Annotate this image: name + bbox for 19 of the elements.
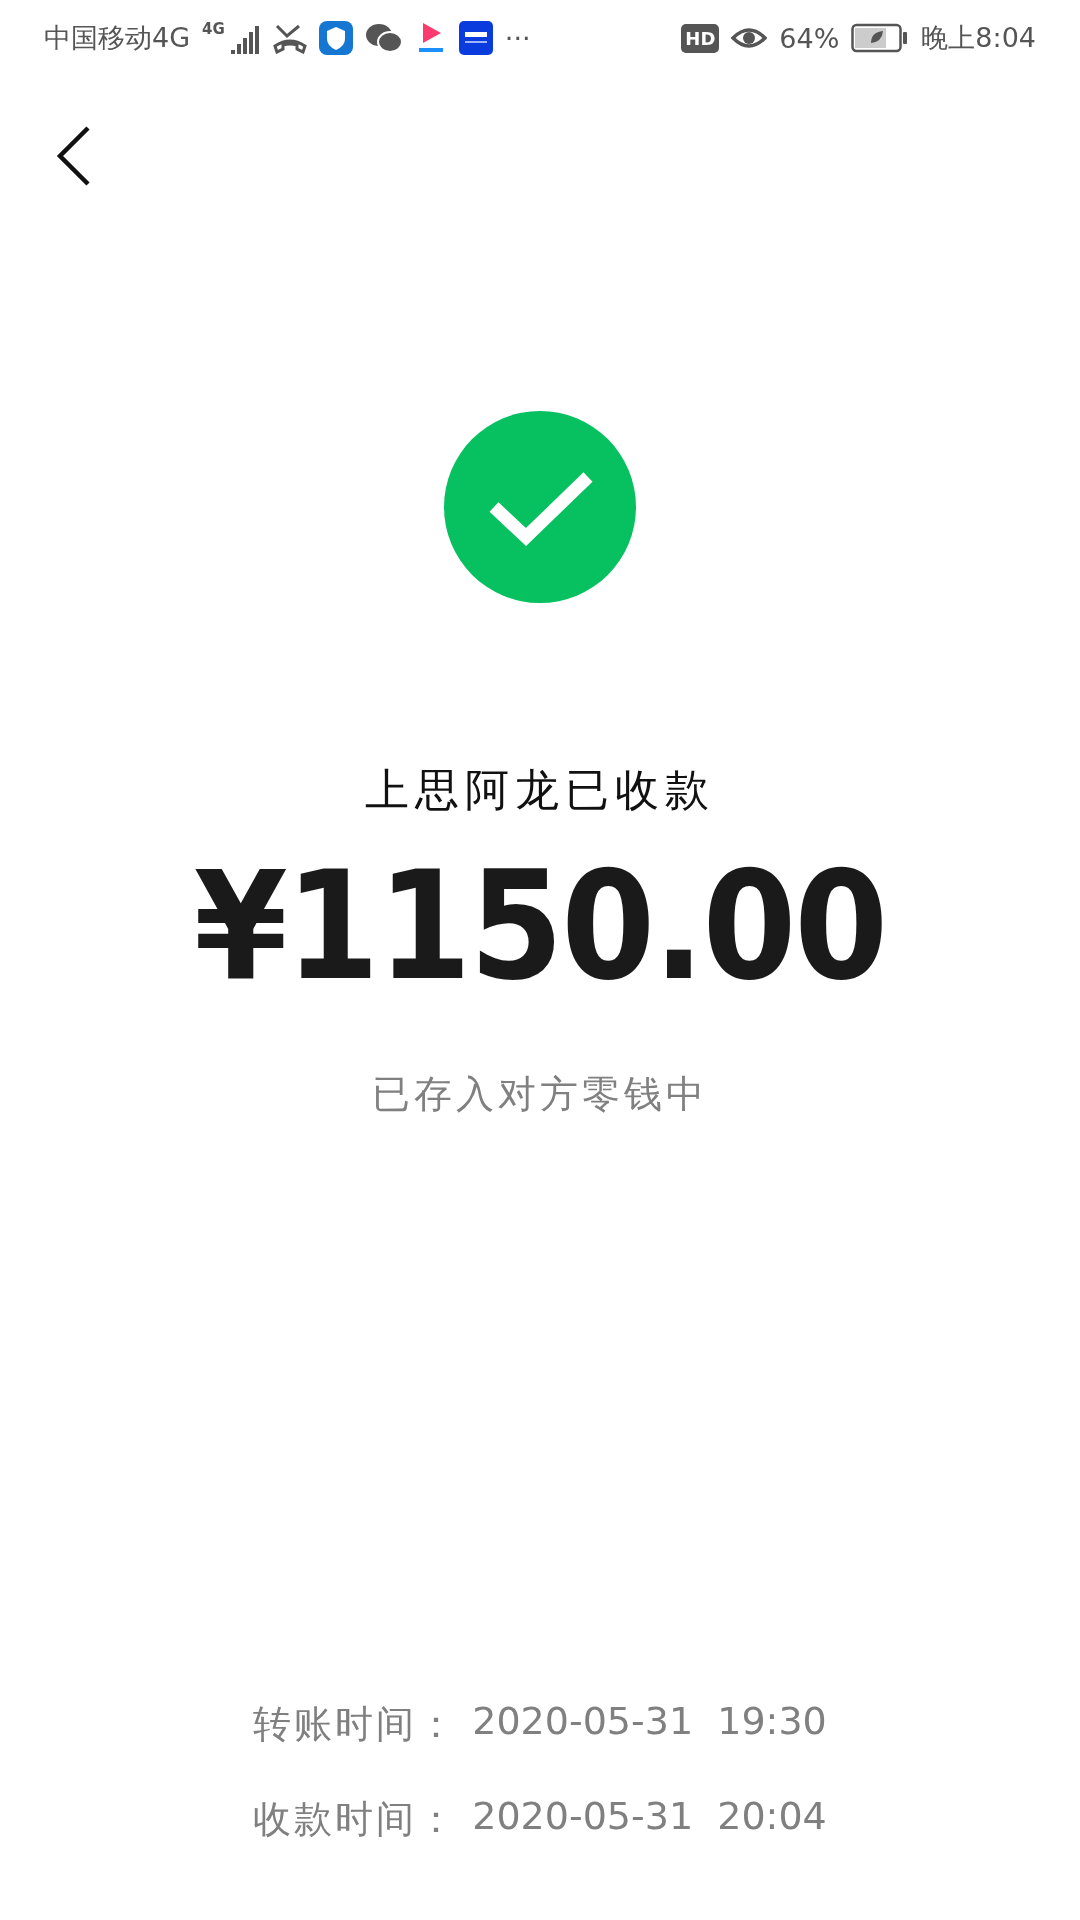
- detail-label: 收款时间：: [253, 1796, 459, 1843]
- detail-value: 2020-05-31 20:04: [472, 1794, 827, 1840]
- payee-received-title: 上思阿龙已收款: [365, 763, 715, 817]
- amount-text: ¥1150.00: [193, 844, 887, 1009]
- hd-badge: HD: [681, 23, 720, 53]
- app-icon: [458, 21, 493, 55]
- deposited-note: 已存入对方零钱中: [372, 1071, 708, 1118]
- chat-app-icon: [364, 22, 403, 54]
- carrier-text: 中国移动4G: [44, 21, 191, 55]
- clock-text: 晚上8:04: [921, 21, 1036, 55]
- network-type-text: 4G: [202, 20, 225, 38]
- more-notifications-text: ···: [504, 22, 531, 54]
- detail-label: 转账时间：: [253, 1701, 459, 1748]
- battery-percent-text: 64%: [779, 22, 840, 54]
- missed-call-icon: [272, 22, 307, 54]
- shield-app-icon: [318, 21, 353, 55]
- battery-icon: [851, 23, 910, 53]
- detail-value: 2020-05-31 19:30: [472, 1699, 827, 1745]
- success-check-icon: [444, 411, 636, 603]
